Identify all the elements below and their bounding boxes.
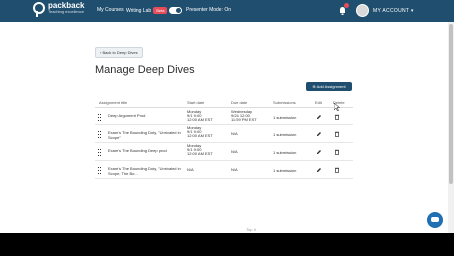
assignment-title[interactable]: Exam's The Bounding Duty, "Unrivaled in … bbox=[108, 130, 181, 140]
table-row[interactable]: Exam's The Bounding Deep prod Monday 9/1… bbox=[95, 143, 353, 161]
header-start-date: Start date bbox=[187, 100, 205, 105]
nav-my-courses[interactable]: My Courses bbox=[97, 7, 124, 13]
edit-pencil-icon[interactable] bbox=[316, 149, 322, 155]
chat-support-button[interactable] bbox=[427, 212, 443, 228]
delete-trash-icon[interactable] bbox=[334, 149, 340, 155]
start-date: N/A bbox=[187, 167, 194, 172]
assignment-title[interactable]: Exam's The Bounding Deep prod bbox=[108, 148, 167, 153]
packback-logo-icon bbox=[33, 2, 45, 17]
drag-handle-icon[interactable] bbox=[98, 167, 102, 174]
presenter-mode-label: Presenter Mode: On bbox=[186, 7, 232, 13]
mouse-cursor-icon bbox=[334, 103, 340, 111]
delete-trash-icon[interactable] bbox=[334, 167, 340, 173]
due-date: N/A bbox=[231, 167, 238, 172]
start-date: Monday 9/1 9:00 12:00 AM EST bbox=[187, 125, 213, 138]
edit-pencil-icon[interactable] bbox=[316, 114, 322, 120]
submissions-count[interactable]: 1 submission bbox=[273, 132, 296, 137]
table-row[interactable]: Exam's The Bounding Duty, "Unrivaled in … bbox=[95, 161, 353, 179]
edit-pencil-icon[interactable] bbox=[316, 167, 322, 173]
beta-badge: Beta bbox=[153, 7, 168, 14]
drag-handle-icon[interactable] bbox=[98, 149, 102, 156]
avatar[interactable] bbox=[356, 4, 369, 17]
table-row[interactable]: Exam's The Bounding Duty, "Unrivaled in … bbox=[95, 125, 353, 143]
due-date: Wednesday 9/24 12:00 11:59 PM EST bbox=[231, 109, 257, 122]
header-edit: Edit bbox=[315, 100, 322, 105]
due-date: N/A bbox=[231, 149, 238, 154]
header-submissions: Submissions bbox=[273, 100, 296, 105]
notification-badge bbox=[344, 3, 349, 8]
submissions-count[interactable]: 1 submission bbox=[273, 115, 296, 120]
drag-handle-icon[interactable] bbox=[98, 114, 102, 121]
due-date: N/A bbox=[231, 131, 238, 136]
edit-pencil-icon[interactable] bbox=[316, 131, 322, 137]
writing-lab-label: Writing Lab bbox=[126, 8, 152, 14]
top-navigation: packback Teaching excellence My Courses … bbox=[0, 0, 454, 22]
submissions-count[interactable]: 1 submission bbox=[273, 168, 296, 173]
packback-logo[interactable]: packback Teaching excellence bbox=[33, 2, 85, 17]
delete-trash-icon[interactable] bbox=[334, 131, 340, 137]
app-window: packback Teaching excellence My Courses … bbox=[0, 0, 454, 233]
account-menu[interactable]: MY ACCOUNT ▾ bbox=[373, 8, 414, 14]
page-title: Manage Deep Dives bbox=[95, 64, 195, 76]
logo-subtitle: Teaching excellence bbox=[48, 9, 85, 14]
nav-writing-lab[interactable]: Writing Lab Beta bbox=[126, 7, 168, 14]
start-date: Monday 9/1 9:00 12:00 AM EST bbox=[187, 143, 213, 156]
assignment-title[interactable]: Exam's The Bounding Duty, "Unrivaled in … bbox=[108, 166, 181, 176]
submissions-count[interactable]: 1 submission bbox=[273, 150, 296, 155]
back-to-top-link[interactable]: Top ∧ bbox=[244, 227, 259, 232]
table-header: Assignment title Start date Due date Sub… bbox=[95, 99, 353, 108]
back-to-deep-dives-button[interactable]: ‹ Back to Deep Dives bbox=[95, 47, 143, 58]
start-date: Monday 9/1 9:00 12:00 AM EST bbox=[187, 109, 213, 122]
presenter-mode-toggle[interactable] bbox=[169, 7, 182, 14]
drag-handle-icon[interactable] bbox=[98, 131, 102, 138]
header-due-date: Due date bbox=[231, 100, 248, 105]
delete-trash-icon[interactable] bbox=[334, 114, 340, 120]
scrollbar-thumb[interactable] bbox=[449, 24, 453, 184]
header-assignment-title: Assignment title bbox=[99, 100, 128, 105]
table-row[interactable]: Deep Argument Prod Monday 9/1 9:00 12:00… bbox=[95, 109, 353, 125]
assignment-title[interactable]: Deep Argument Prod bbox=[108, 113, 145, 118]
add-assignment-button[interactable]: ⊕ Add Assignment bbox=[306, 82, 352, 91]
